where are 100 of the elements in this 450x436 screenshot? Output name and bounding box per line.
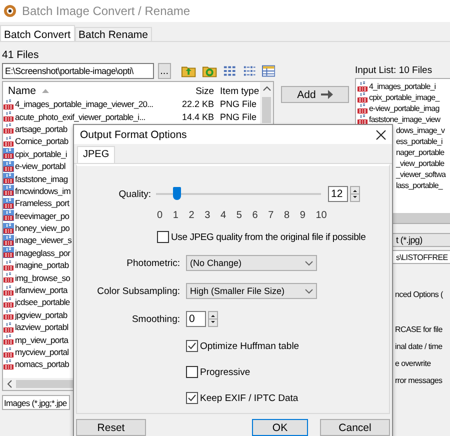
tick-label: 10: [316, 210, 327, 222]
checkbox-label: Optimize Huffman table: [200, 340, 300, 352]
smoothing-label: Smoothing:: [130, 314, 180, 324]
file-name[interactable]: faststone_image_view: [369, 115, 440, 124]
file-name[interactable]: faststone_imag: [15, 174, 68, 184]
scrollbar-thumb[interactable]: [262, 97, 272, 123]
scroll-left-icon[interactable]: [7, 380, 12, 388]
folder-up-icon[interactable]: [181, 64, 196, 78]
option-label: e overwrite: [395, 359, 432, 370]
color-subsampling-label: Color Subsampling:: [96, 286, 180, 296]
ok-button[interactable]: OK: [252, 419, 308, 436]
tick-label: 9: [300, 210, 306, 222]
sort-arrow-icon: [42, 89, 50, 93]
file-name[interactable]: ess_portable_i: [396, 137, 442, 146]
file-name[interactable]: cpix_portable_image_: [369, 93, 440, 102]
file-name[interactable]: cpix_portable_i: [15, 148, 67, 159]
tab[interactable]: JPEG: [77, 146, 116, 163]
checkbox-label: Progressive: [200, 366, 250, 378]
quality-slider[interactable]: [156, 186, 321, 202]
file-name[interactable]: Cornice_portab: [15, 136, 68, 146]
checkbox-label: Keep EXIF / IPTC Data: [200, 392, 298, 404]
add-button[interactable]: Add: [281, 86, 349, 103]
checkbox[interactable]: [186, 366, 198, 378]
file-name[interactable]: jpgview_portab: [15, 310, 68, 320]
file-size: 14.4 KB: [181, 112, 214, 122]
checkbox[interactable]: [186, 392, 198, 404]
tick-label: 3: [204, 210, 210, 222]
reset-button[interactable]: Reset: [76, 419, 146, 436]
color-subsampling-dropdown[interactable]: High (Smaller File Size): [186, 283, 317, 299]
file-name[interactable]: img_browse_so: [15, 272, 70, 283]
file-name[interactable]: 4_images_portable_image_viewer_20...: [15, 99, 154, 110]
file-name[interactable]: e-view_portable_imag: [369, 104, 440, 113]
details-view-icon[interactable]: [262, 65, 275, 77]
file-count: 41 Files: [2, 49, 40, 61]
tick-label: 2: [188, 210, 194, 222]
file-name[interactable]: imagine_portab: [15, 260, 69, 270]
tick-label: 4: [220, 210, 226, 222]
file-name[interactable]: jcdsee_portable: [15, 297, 70, 308]
photometric-dropdown[interactable]: (No Change): [186, 255, 317, 271]
option-label: RCASE for file: [395, 325, 444, 336]
column-header[interactable]: Size: [174, 86, 214, 96]
tick-label: 6: [252, 210, 258, 222]
scroll-up-icon[interactable]: [262, 86, 271, 91]
path-field[interactable]: E:\Screenshot\portable-image\opti\: [2, 63, 154, 79]
chevron-down-icon: [305, 260, 313, 266]
column-header[interactable]: Item type: [220, 86, 260, 96]
file-name[interactable]: nomacs_portab: [15, 359, 70, 370]
spin-arrows-icon[interactable]: [208, 311, 218, 327]
file-name[interactable]: fmcwindows_im: [15, 186, 70, 196]
cancel-button[interactable]: Cancel: [320, 419, 390, 436]
file-name[interactable]: dows_image_v: [396, 126, 445, 135]
spin-arrows-icon[interactable]: [350, 186, 360, 202]
checkbox[interactable]: [157, 231, 169, 243]
window-title: Batch Image Convert / Rename: [22, 4, 190, 18]
file-type: PNG File: [220, 99, 258, 110]
file-name[interactable]: honey_view_po: [15, 223, 70, 234]
quality-label: Quality:: [118, 188, 151, 200]
file-name[interactable]: 4_images_portable_i: [369, 82, 436, 91]
folder-refresh-icon[interactable]: [202, 64, 218, 78]
tick-label: 0: [157, 210, 163, 222]
app-logo-icon: [3, 4, 17, 18]
file-size: 22.2 KB: [181, 99, 214, 110]
slider-thumb[interactable]: [173, 187, 182, 200]
file-name[interactable]: image_viewer_s: [15, 235, 72, 246]
tick-label: 8: [284, 210, 290, 222]
close-icon[interactable]: [376, 130, 386, 140]
large-icons-view-icon[interactable]: [223, 65, 237, 77]
tab[interactable]: Batch Convert: [0, 25, 75, 41]
file-name[interactable]: nager_portable: [396, 148, 444, 157]
file-type: PNG File: [220, 112, 258, 122]
file-name[interactable]: mycview_portal: [15, 347, 69, 357]
file-name[interactable]: lazview_portabl: [15, 322, 68, 332]
file-name[interactable]: imageglass_por: [15, 248, 70, 258]
option-label: nced Options (: [395, 290, 444, 301]
photometric-label: Photometric:: [126, 258, 180, 268]
dialog-title: Output Format Options: [80, 128, 187, 140]
input-list-label: Input List: 10 Files: [355, 65, 434, 77]
file-name[interactable]: Frameless_port: [15, 198, 70, 208]
file-name[interactable]: _view_portable: [396, 159, 444, 168]
tick-label: 1: [172, 210, 178, 222]
arrow-right-icon: [320, 90, 333, 99]
tick-label: 5: [236, 210, 242, 222]
tab[interactable]: Batch Rename: [74, 27, 152, 41]
browse-button[interactable]: ...: [158, 63, 171, 79]
file-name[interactable]: artsage_portab: [15, 124, 68, 134]
option-label: rror messages: [395, 376, 444, 387]
file-name[interactable]: lass_portable_: [396, 181, 442, 190]
filter-field[interactable]: Images (*.jpg;*.jpe: [2, 395, 70, 410]
file-name[interactable]: _viewer_softwa: [396, 170, 446, 179]
file-name[interactable]: mp_view_porta: [15, 334, 68, 345]
file-name[interactable]: e-view_portabl: [15, 161, 66, 172]
checkbox[interactable]: [186, 340, 198, 352]
file-name[interactable]: freevimager_po: [15, 210, 70, 221]
list-view-icon[interactable]: [242, 65, 256, 77]
file-name[interactable]: irfanview_porta: [15, 285, 68, 296]
file-name[interactable]: acute_photo_exif_viewer_portable_i...: [15, 112, 146, 122]
column-header[interactable]: Name: [8, 85, 36, 97]
smoothing-field[interactable]: 0: [186, 311, 206, 327]
quality-field[interactable]: 12: [328, 186, 348, 202]
option-label: inal date / time: [395, 342, 444, 353]
